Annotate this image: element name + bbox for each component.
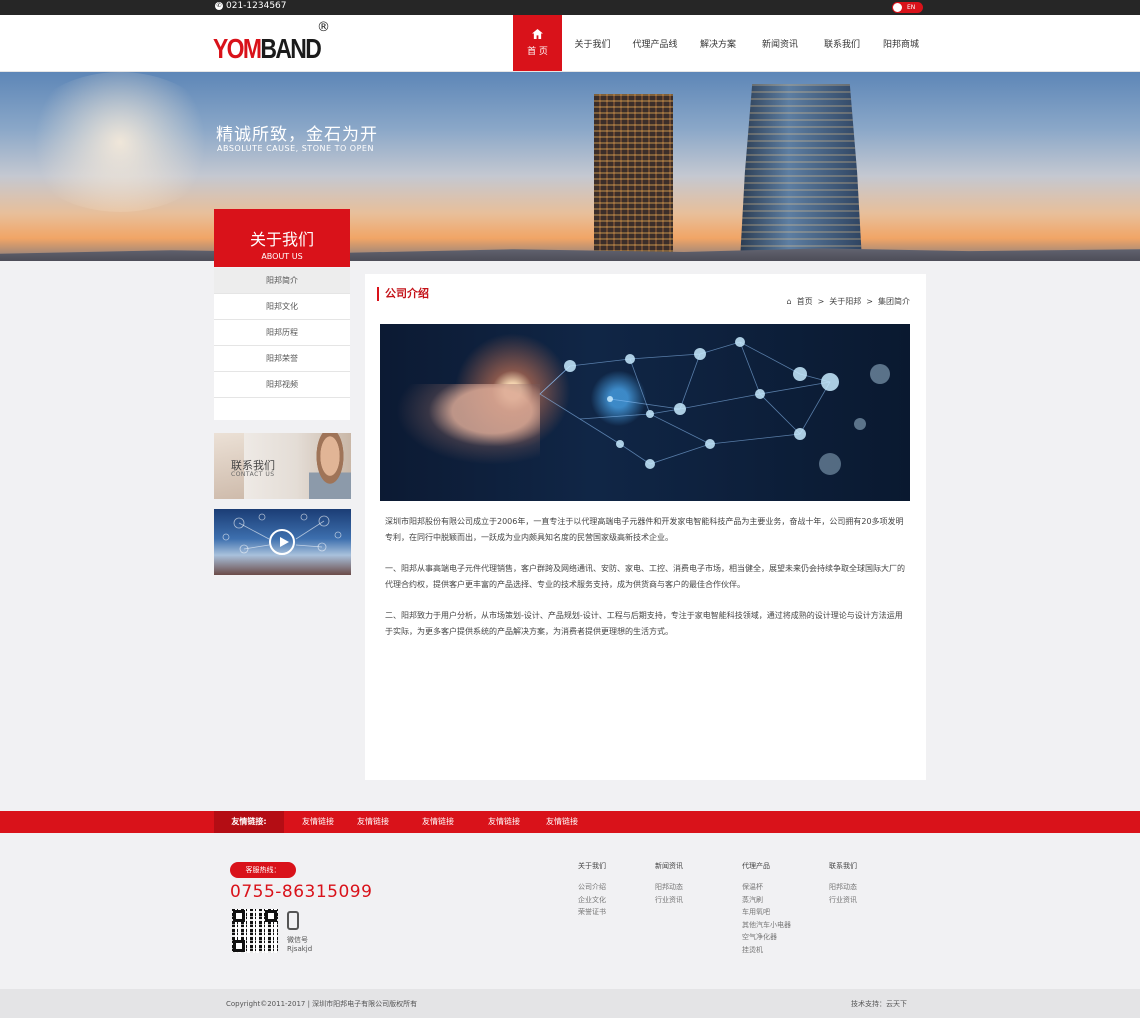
header: YOMBAND ® 首 页 关于我们 代理产品线 解决方案 新闻资讯 联系我们 … (0, 15, 1140, 72)
main-nav: 首 页 关于我们 代理产品线 解决方案 新闻资讯 联系我们 阳邦商城 (513, 15, 929, 71)
skyscraper-image (740, 84, 862, 261)
hotline-label: 客服热线： (230, 862, 296, 878)
nav-label: 解决方案 (699, 39, 736, 50)
copyright-bar: Copyright©2011-2017 | 深圳市阳邦电子有限公司版权所有 技术… (0, 989, 1140, 1018)
footer-link[interactable]: 车用氧吧 (742, 906, 791, 919)
video-card[interactable] (214, 509, 351, 575)
footer-link[interactable]: 阳邦动态 (829, 881, 857, 894)
home-icon (532, 29, 543, 39)
footer-link[interactable]: 其他汽车小电器 (742, 919, 791, 932)
logo[interactable]: YOMBAND ® (213, 20, 333, 64)
nav-label: 关于我们 (574, 39, 611, 50)
sidebar-title-cn: 关于我们 (249, 230, 314, 249)
content-panel: 公司介绍 ⌂ 首页 > 关于阳邦 > 集团简介 深圳市阳邦股份有限公司成立于20… (365, 274, 926, 780)
nav-item-mall[interactable]: 阳邦商城 (873, 15, 929, 71)
sidebar-item-honors[interactable]: 阳邦荣誉 (214, 346, 350, 372)
contact-us-card[interactable]: 联系我们 CONTACT US (214, 433, 351, 499)
banner-slogan: 精诚所致，金石为开 (216, 125, 378, 145)
copyright-text: Copyright©2011-2017 | 深圳市阳邦电子有限公司版权所有 (226, 1000, 418, 1008)
footer-column-title: 联系我们 (829, 862, 857, 870)
toggle-knob-icon (893, 3, 902, 12)
sidebar-item-culture[interactable]: 阳邦文化 (214, 294, 350, 320)
friendly-link[interactable]: 友情链接 (546, 811, 578, 833)
breadcrumb-about[interactable]: 关于阳邦 (829, 296, 861, 307)
phone-contact: ✆ 021-1234567 (215, 1, 287, 11)
footer-link[interactable]: 阳邦动态 (655, 881, 683, 894)
friendly-link[interactable]: 友情链接 (422, 811, 454, 833)
hero-banner: 精诚所致，金石为开 ABSOLUTE CAUSE, STONE TO OPEN (0, 72, 1140, 261)
support-agent-image (309, 433, 351, 499)
breadcrumb-separator: > (866, 297, 873, 306)
nav-item-products[interactable]: 代理产品线 (623, 15, 687, 71)
breadcrumb-home[interactable]: 首页 (797, 296, 813, 307)
breadcrumb: ⌂ 首页 > 关于阳邦 > 集团简介 (787, 296, 910, 307)
nav-label: 首 页 (527, 47, 548, 57)
footer-column-about: 关于我们 公司介绍 企业文化 荣誉证书 (578, 861, 606, 919)
breadcrumb-separator: > (817, 297, 825, 306)
nav-item-contact[interactable]: 联系我们 (811, 15, 873, 71)
sidebar-item-history[interactable]: 阳邦历程 (214, 320, 350, 346)
sidebar-menu: 阳邦简介 阳邦文化 阳邦历程 阳邦荣誉 阳邦视频 (214, 268, 350, 420)
intro-paragraph: 一、阳邦从事高端电子元件代理销售，客户群跨及网络通讯、安防、家电、工控、消费电子… (385, 564, 905, 589)
intro-paragraph: 深圳市阳邦股份有限公司成立于2006年，一直专注于以代理高端电子元器件和开发家电… (385, 517, 904, 542)
wechat-label: 微信号 (287, 936, 308, 944)
company-intro-text: 深圳市阳邦股份有限公司成立于2006年，一直专注于以代理高端电子元器件和开发家电… (385, 514, 910, 655)
home-icon: ⌂ (786, 297, 792, 306)
sidebar-title: 关于我们 ABOUT US (214, 209, 350, 267)
breadcrumb-current: 集团简介 (878, 297, 910, 306)
nav-item-about[interactable]: 关于我们 (562, 15, 623, 71)
tech-network-image (380, 324, 910, 501)
logo-text-red: YOM (213, 33, 262, 64)
friendly-links-label: 友情链接: (214, 811, 284, 833)
footer-link[interactable]: 蒸汽刷 (742, 894, 791, 907)
page-title: 公司介绍 (377, 287, 429, 301)
sidebar-title-en: ABOUT US (261, 252, 303, 261)
footer-link[interactable]: 公司介绍 (578, 881, 606, 894)
footer-link[interactable]: 保温杯 (742, 881, 791, 894)
footer-link[interactable]: 行业资讯 (655, 894, 683, 907)
mobile-phone-icon (287, 911, 299, 930)
nav-label: 阳邦商城 (882, 39, 919, 50)
footer-column-news: 新闻资讯 阳邦动态 行业资讯 (655, 861, 683, 906)
footer-column-products: 代理产品 保温杯 蒸汽刷 车用氧吧 其他汽车小电器 空气净化器 挂烫机 (742, 861, 791, 956)
phone-icon: ✆ (215, 2, 223, 10)
nav-label: 代理产品线 (632, 39, 678, 50)
footer-link[interactable]: 空气净化器 (742, 931, 791, 944)
sidebar-item-video[interactable]: 阳邦视频 (214, 372, 350, 398)
friendly-link[interactable]: 友情链接 (488, 811, 520, 833)
footer-column-title: 代理产品 (742, 862, 770, 870)
nav-item-solutions[interactable]: 解决方案 (687, 15, 749, 71)
footer-link[interactable]: 行业资讯 (829, 894, 857, 907)
footer: 客服热线： 0755-86315099 微信号 Rjsakjd 关于我们 公司介… (0, 833, 1140, 989)
tech-support-text: 技术支持：云天下 (851, 1000, 907, 1008)
language-label: EN (907, 4, 916, 11)
language-toggle[interactable]: EN (892, 2, 923, 13)
intro-paragraph: 二、阳邦致力于用户分析，从市场策划-设计、产品规划-设计、工程与后期支持，专注于… (385, 611, 903, 636)
footer-column-title: 新闻资讯 (655, 862, 683, 870)
wechat-id: Rjsakjd (287, 945, 313, 953)
hotline-number: 0755-86315099 (230, 882, 373, 902)
footer-link[interactable]: 挂烫机 (742, 944, 791, 957)
logo-text-black: BAND (260, 33, 321, 64)
contact-card-subtitle: CONTACT US (231, 471, 275, 478)
skyscraper-image (594, 94, 673, 261)
nav-label: 新闻资讯 (761, 39, 798, 50)
nav-label: 联系我们 (823, 39, 860, 50)
nav-item-news[interactable]: 新闻资讯 (749, 15, 811, 71)
friendly-link[interactable]: 友情链接 (302, 811, 334, 833)
qr-code-image (232, 909, 278, 953)
play-icon[interactable] (269, 529, 295, 555)
nav-item-home[interactable]: 首 页 (513, 15, 562, 71)
footer-column-title: 关于我们 (578, 862, 606, 870)
friendly-links-bar: 友情链接: 友情链接 友情链接 友情链接 友情链接 友情链接 (0, 811, 1140, 833)
footer-column-contact: 联系我们 阳邦动态 行业资讯 (829, 861, 857, 906)
friendly-link[interactable]: 友情链接 (357, 811, 389, 833)
registered-mark: ® (317, 20, 330, 35)
sidebar-item-intro[interactable]: 阳邦简介 (214, 268, 350, 294)
phone-number: 021-1234567 (226, 1, 287, 11)
banner-slogan-en: ABSOLUTE CAUSE, STONE TO OPEN (217, 144, 374, 153)
footer-link[interactable]: 企业文化 (578, 894, 606, 907)
footer-link[interactable]: 荣誉证书 (578, 906, 606, 919)
top-bar: ✆ 021-1234567 EN (0, 0, 1140, 15)
